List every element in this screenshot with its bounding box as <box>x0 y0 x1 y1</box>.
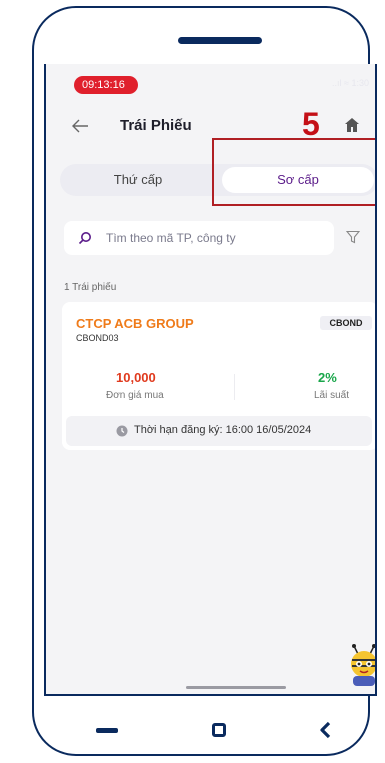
assistant-bee-icon[interactable] <box>344 644 377 688</box>
phone-speaker <box>178 37 262 44</box>
recent-apps-icon[interactable] <box>96 728 118 733</box>
clock-icon <box>116 425 128 437</box>
interest-rate-value: 2% <box>318 370 337 385</box>
result-count: 1 Trái phiếu <box>64 282 117 293</box>
filter-icon[interactable] <box>346 230 360 244</box>
home-icon[interactable] <box>343 116 361 134</box>
stats-divider <box>234 374 235 400</box>
search-icon <box>78 232 91 245</box>
registration-deadline: Thời hạn đăng ký: 16:00 16/05/2024 <box>66 416 372 446</box>
interest-rate-label: Lãi suất <box>314 390 350 401</box>
bond-card[interactable]: CTCP ACB GROUP CBOND03 CBOND 10,000 Đơn … <box>62 302 375 450</box>
bond-type-badge: CBOND <box>320 316 372 330</box>
search-placeholder: Tìm theo mã TP, công ty <box>106 231 236 245</box>
android-nav-bar <box>0 700 385 750</box>
search-input[interactable]: Tìm theo mã TP, công ty <box>64 221 334 255</box>
back-arrow-icon[interactable] <box>70 116 90 136</box>
nav-back-icon[interactable] <box>318 721 332 739</box>
nav-home-icon[interactable] <box>212 723 226 737</box>
bond-stats: 10,000 Đơn giá mua 2% Lãi suất <box>62 366 375 406</box>
tab-secondary[interactable]: Thứ cấp <box>64 167 212 193</box>
bond-issuer-name: CTCP ACB GROUP <box>76 316 194 331</box>
deadline-text: Thời hạn đăng ký: 16:00 16/05/2024 <box>134 424 312 436</box>
purchase-price-value: 10,000 <box>116 370 156 385</box>
home-indicator <box>186 686 286 689</box>
status-time: 09:13:16 <box>74 76 138 94</box>
bond-code: CBOND03 <box>76 333 119 343</box>
app-screen: 09:13:16 ..ıl ≈ 1:30 Trái Phiếu 5 Thứ cấ… <box>44 64 377 696</box>
annotation-highlight-box <box>212 138 375 206</box>
page-title: Trái Phiếu <box>120 117 192 134</box>
purchase-price-label: Đơn giá mua <box>106 390 164 401</box>
status-icons: ..ıl ≈ 1:30 <box>332 78 369 88</box>
